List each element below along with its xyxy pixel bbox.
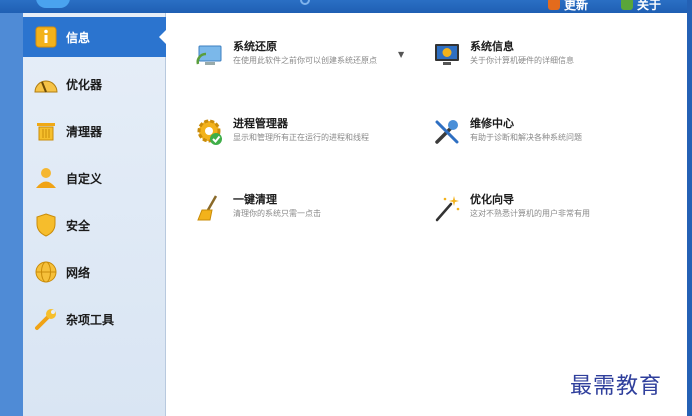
update-icon <box>548 0 560 10</box>
tile-title: 优化向导 <box>470 193 514 206</box>
update-label: 更新 <box>564 0 589 12</box>
sidebar-item-customize[interactable]: 自定义 <box>23 158 166 198</box>
broom-icon <box>195 193 225 223</box>
tile-description: 有助于诊断和解决各种系统问题 <box>470 133 582 142</box>
sidebar-item-label: 优化器 <box>66 77 103 92</box>
tile-process-manager[interactable]: 进程管理器 显示和管理所有正在运行的进程和线程 <box>195 117 369 147</box>
sidebar-item-label: 信息 <box>66 30 91 45</box>
magic-wand-icon <box>432 193 462 223</box>
tile-system-info[interactable]: 系统信息 关于你计算机硬件的详细信息 <box>432 40 574 70</box>
shield-icon <box>33 212 59 238</box>
process-manager-icon <box>195 117 225 147</box>
info-icon <box>33 24 59 50</box>
speedometer-icon <box>33 71 59 97</box>
app-logo <box>36 0 70 8</box>
about-icon <box>621 0 633 10</box>
sidebar-item-security[interactable]: 安全 <box>23 205 166 245</box>
sidebar-item-network[interactable]: 网络 <box>23 252 166 292</box>
repair-center-icon <box>432 117 462 147</box>
sidebar-edge <box>0 13 23 416</box>
sidebar-item-misc-tools[interactable]: 杂项工具 <box>23 299 166 339</box>
about-button[interactable]: 关于 <box>621 0 661 12</box>
system-restore-icon <box>195 40 225 70</box>
tile-title: 进程管理器 <box>233 117 288 130</box>
sidebar-item-label: 杂项工具 <box>66 312 115 327</box>
sidebar-item-label: 清理器 <box>66 124 103 139</box>
tile-title: 一键清理 <box>233 193 277 206</box>
sidebar-item-label: 自定义 <box>66 171 103 186</box>
about-label: 关于 <box>637 0 662 12</box>
sidebar-item-info[interactable]: 信息 <box>23 17 167 57</box>
chevron-down-icon[interactable]: ▼ <box>398 50 404 59</box>
tile-title: 系统还原 <box>233 40 277 53</box>
tile-description: 在使用此软件之前你可以创建系统还原点 <box>233 56 377 65</box>
sidebar-item-optimizer[interactable]: 优化器 <box>23 64 166 104</box>
window-frame <box>687 0 692 416</box>
tile-repair-center[interactable]: 维修中心 有助于诊断和解决各种系统问题 <box>432 117 582 147</box>
wrench-icon <box>33 306 59 332</box>
sidebar-item-cleaner[interactable]: 清理器 <box>23 111 166 151</box>
tile-description: 这对不熟悉计算机的用户非常有用 <box>470 209 590 218</box>
tile-description: 显示和管理所有正在运行的进程和线程 <box>233 133 369 142</box>
trash-bin-icon <box>33 118 59 144</box>
system-info-icon <box>432 40 462 70</box>
tile-optimization-wizard[interactable]: 优化向导 这对不熟悉计算机的用户非常有用 <box>432 193 590 223</box>
tile-system-restore[interactable]: 系统还原 在使用此软件之前你可以创建系统还原点 <box>195 40 377 70</box>
title-bar: 更新 关于 <box>0 0 692 13</box>
tile-one-click-clean[interactable]: 一键清理 清理你的系统只需一点击 <box>195 193 321 223</box>
tile-description: 关于你计算机硬件的详细信息 <box>470 56 574 65</box>
tile-description: 清理你的系统只需一点击 <box>233 209 321 218</box>
title-decoration <box>300 0 310 5</box>
globe-icon <box>33 259 59 285</box>
update-button[interactable]: 更新 <box>548 0 588 12</box>
user-icon <box>33 165 59 191</box>
sidebar-item-label: 安全 <box>66 218 91 233</box>
tile-title: 维修中心 <box>470 117 514 130</box>
tile-title: 系统信息 <box>470 40 514 53</box>
watermark-text: 最需教育 <box>570 374 663 399</box>
sidebar-item-label: 网络 <box>66 265 91 280</box>
